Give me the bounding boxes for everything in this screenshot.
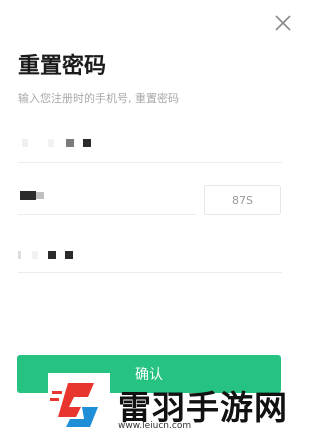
watermark-url: www.leiucn.com (118, 421, 192, 431)
leiyu-logo-icon (48, 373, 110, 437)
page-subtitle: 输入您注册时的手机号, 重置密码 (18, 92, 179, 105)
masked-phone-value (22, 139, 91, 147)
masked-code-value (20, 191, 44, 200)
new-password-input[interactable] (18, 238, 282, 273)
site-watermark: 雷羽手游网 www.leiucn.com (48, 373, 299, 437)
page-title: 重置密码 (18, 54, 107, 79)
countdown-label: 87S (232, 193, 253, 207)
close-icon (275, 15, 291, 31)
close-button[interactable] (272, 12, 294, 34)
resend-countdown-button[interactable]: 87S (204, 185, 281, 215)
phone-input[interactable] (18, 128, 282, 163)
verification-code-input[interactable] (18, 180, 196, 215)
masked-password-value (18, 251, 73, 259)
